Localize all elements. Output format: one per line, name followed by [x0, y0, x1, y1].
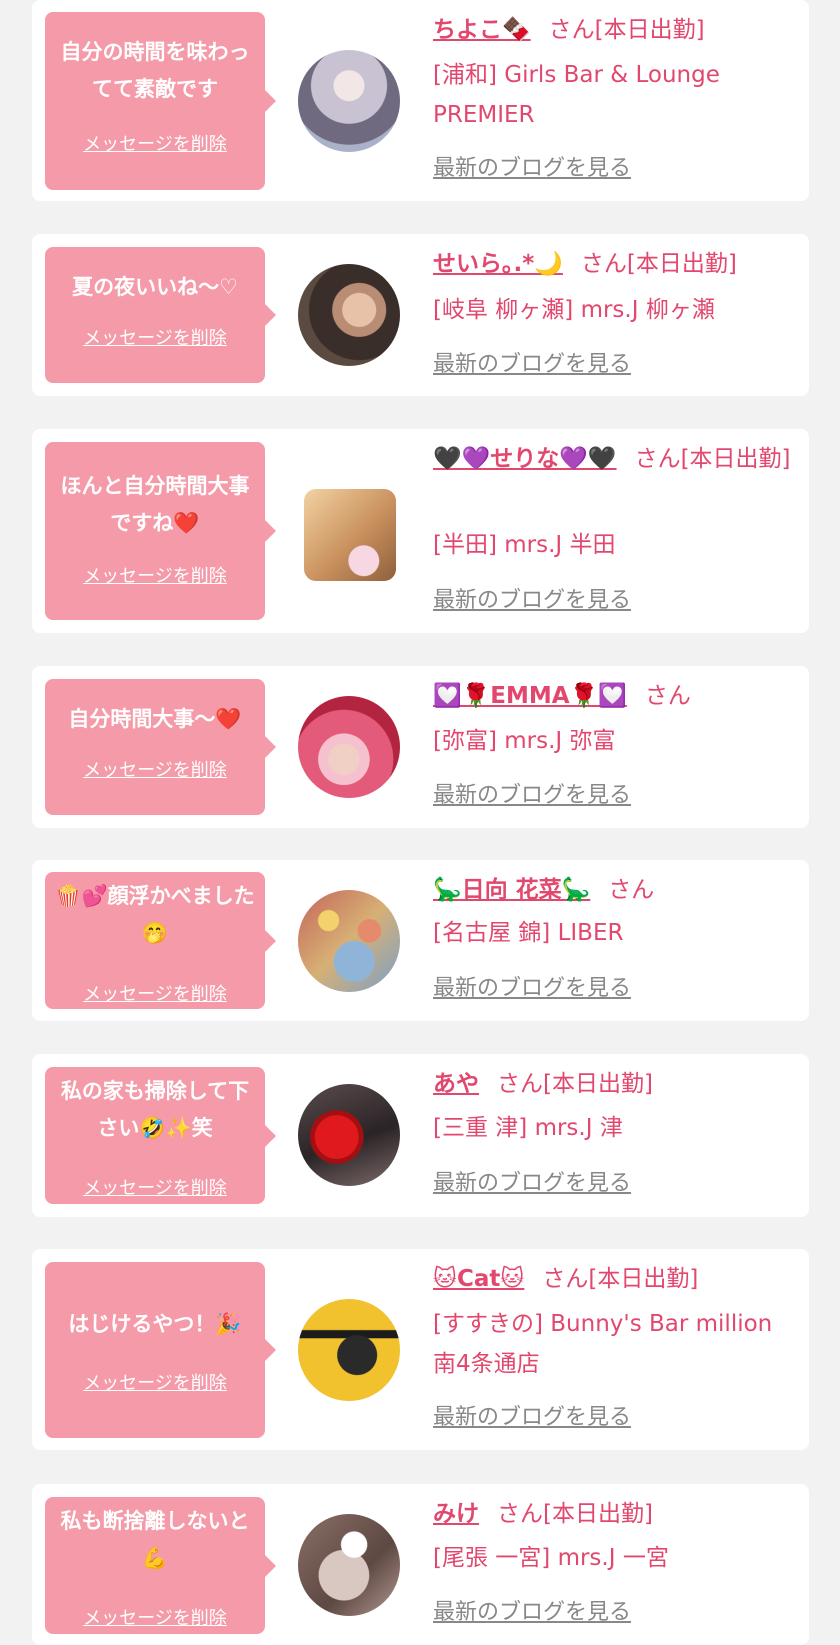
status-text: さん[本日出勤] [542, 1266, 699, 1292]
avatar[interactable] [298, 50, 400, 152]
delete-message-link[interactable]: メッセージを削除 [45, 1178, 265, 1200]
message-bubble: 私の家も掃除して下さい🤣✨笑 メッセージを削除 [45, 1067, 276, 1204]
profile-name-link[interactable]: 🐱Cat🐱 [433, 1266, 524, 1292]
shop-name: [名古屋 錦] LIBER [433, 920, 624, 946]
shop-name: [浦和] Girls Bar & Lounge PREMIER [433, 62, 720, 128]
name-line: 🦕日向 花菜🦕 さん [433, 870, 795, 910]
delete-message-link[interactable]: メッセージを削除 [45, 134, 265, 156]
avatar[interactable] [298, 890, 400, 992]
avatar[interactable] [304, 489, 396, 581]
message-text: 夏の夜いいね～♡ [72, 275, 238, 299]
name-line: ちよこ🍫 さん[本日出勤] [433, 10, 795, 50]
status-text: さん[本日出勤] [548, 17, 705, 43]
profile-name-link[interactable]: 🦕日向 花菜🦕 [433, 877, 590, 903]
message-text: 私の家も掃除して下さい🤣✨笑 [60, 1079, 250, 1140]
shop-name: [半田] mrs.J 半田 [433, 532, 616, 558]
latest-blog-link[interactable]: 最新のブログを見る [433, 1404, 631, 1432]
avatar[interactable] [298, 1514, 400, 1616]
status-text: さん [608, 877, 655, 903]
delete-message-link[interactable]: メッセージを削除 [45, 1373, 265, 1395]
avatar[interactable] [298, 264, 400, 366]
message-card: 自分時間大事～❤️ メッセージを削除 💟🌹EMMA🌹💟 さん [弥富] mrs.J… [32, 666, 809, 828]
name-line: 💟🌹EMMA🌹💟 さん [433, 676, 795, 716]
status-text: さん[本日出勤] [497, 1501, 653, 1527]
message-bubble: 夏の夜いいね～♡ メッセージを削除 [45, 247, 276, 383]
name-line: あや さん[本日出勤] [433, 1064, 795, 1104]
message-card: 自分の時間を味わってて素敵です メッセージを削除 ちよこ🍫 さん[本日出勤] [浦… [32, 0, 809, 201]
status-text: さん[本日出勤] [634, 446, 791, 472]
message-text: 私も断捨離しないと💪 [60, 1509, 250, 1570]
status-text: さん[本日出勤] [580, 251, 737, 277]
message-text: 自分時間大事～❤️ [68, 707, 242, 731]
message-text: はじけるやつ！🎉 [68, 1312, 242, 1336]
avatar[interactable] [298, 696, 400, 798]
name-line: せいら｡.*🌙 さん[本日出勤] [433, 244, 795, 284]
profile-name-link[interactable]: 💟🌹EMMA🌹💟 [433, 683, 627, 709]
status-text: さん[本日出勤] [497, 1071, 653, 1097]
latest-blog-link[interactable]: 最新のブログを見る [433, 351, 631, 379]
profile-name-link[interactable]: みけ [433, 1501, 479, 1527]
name-line: みけ さん[本日出勤] [433, 1494, 795, 1534]
delete-message-link[interactable]: メッセージを削除 [45, 328, 265, 350]
message-card: ほんと自分時間大事ですね❤️ メッセージを削除 🖤💜せりな💜🖤 さん[本日出勤] … [32, 429, 809, 633]
message-card: 夏の夜いいね～♡ メッセージを削除 せいら｡.*🌙 さん[本日出勤] [岐阜 柳ヶ… [32, 234, 809, 396]
message-text: 自分の時間を味わってて素敵です [60, 40, 250, 101]
delete-message-link[interactable]: メッセージを削除 [45, 566, 265, 588]
shop-name: [岐阜 柳ヶ瀬] mrs.J 柳ヶ瀬 [433, 297, 715, 323]
latest-blog-link[interactable]: 最新のブログを見る [433, 1599, 631, 1627]
latest-blog-link[interactable]: 最新のブログを見る [433, 155, 631, 183]
shop-name: [すすきの] Bunny's Bar million 南4条通店 [433, 1311, 773, 1377]
profile-name-link[interactable]: せいら｡.*🌙 [433, 251, 563, 277]
name-line: 🐱Cat🐱 さん[本日出勤] [433, 1259, 795, 1299]
latest-blog-link[interactable]: 最新のブログを見る [433, 975, 631, 1003]
message-bubble: 自分の時間を味わってて素敵です メッセージを削除 [45, 12, 276, 190]
status-text: さん [644, 683, 691, 709]
avatar[interactable] [298, 1084, 400, 1186]
message-bubble: はじけるやつ！🎉 メッセージを削除 [45, 1262, 276, 1438]
message-card: 私も断捨離しないと💪 メッセージを削除 みけ さん[本日出勤] [尾張 一宮] m… [32, 1484, 809, 1645]
message-bubble: ほんと自分時間大事ですね❤️ メッセージを削除 [45, 442, 276, 620]
delete-message-link[interactable]: メッセージを削除 [45, 760, 265, 782]
latest-blog-link[interactable]: 最新のブログを見る [433, 587, 631, 615]
delete-message-link[interactable]: メッセージを削除 [45, 1608, 265, 1630]
name-line: 🖤💜せりな💜🖤 さん[本日出勤] [433, 439, 795, 479]
message-bubble: 自分時間大事～❤️ メッセージを削除 [45, 679, 276, 815]
message-text: ほんと自分時間大事ですね❤️ [53, 468, 257, 542]
message-text-body: ほんと自分時間大事ですね❤️ [60, 474, 250, 535]
message-card: 🍿💕顔浮かべました🤭 メッセージを削除 🦕日向 花菜🦕 さん [名古屋 錦] LI… [32, 860, 809, 1021]
message-text: 🍿💕顔浮かべました🤭 [55, 884, 255, 945]
shop-name: [尾張 一宮] mrs.J 一宮 [433, 1545, 669, 1571]
profile-name-link[interactable]: 🖤💜せりな💜🖤 [433, 446, 617, 472]
shop-name: [三重 津] mrs.J 津 [433, 1115, 623, 1141]
latest-blog-link[interactable]: 最新のブログを見る [433, 782, 631, 810]
profile-name-link[interactable]: あや [433, 1071, 479, 1097]
latest-blog-link[interactable]: 最新のブログを見る [433, 1170, 631, 1198]
avatar[interactable] [298, 1299, 400, 1401]
message-card: 私の家も掃除して下さい🤣✨笑 メッセージを削除 あや さん[本日出勤] [三重 津… [32, 1054, 809, 1217]
profile-name-link[interactable]: ちよこ🍫 [433, 17, 531, 43]
message-bubble: 🍿💕顔浮かべました🤭 メッセージを削除 [45, 872, 276, 1009]
message-card: はじけるやつ！🎉 メッセージを削除 🐱Cat🐱 さん[本日出勤] [すすきの] B… [32, 1249, 809, 1450]
shop-name: [弥富] mrs.J 弥富 [433, 728, 616, 754]
delete-message-link[interactable]: メッセージを削除 [45, 984, 265, 1006]
message-bubble: 私も断捨離しないと💪 メッセージを削除 [45, 1497, 276, 1634]
